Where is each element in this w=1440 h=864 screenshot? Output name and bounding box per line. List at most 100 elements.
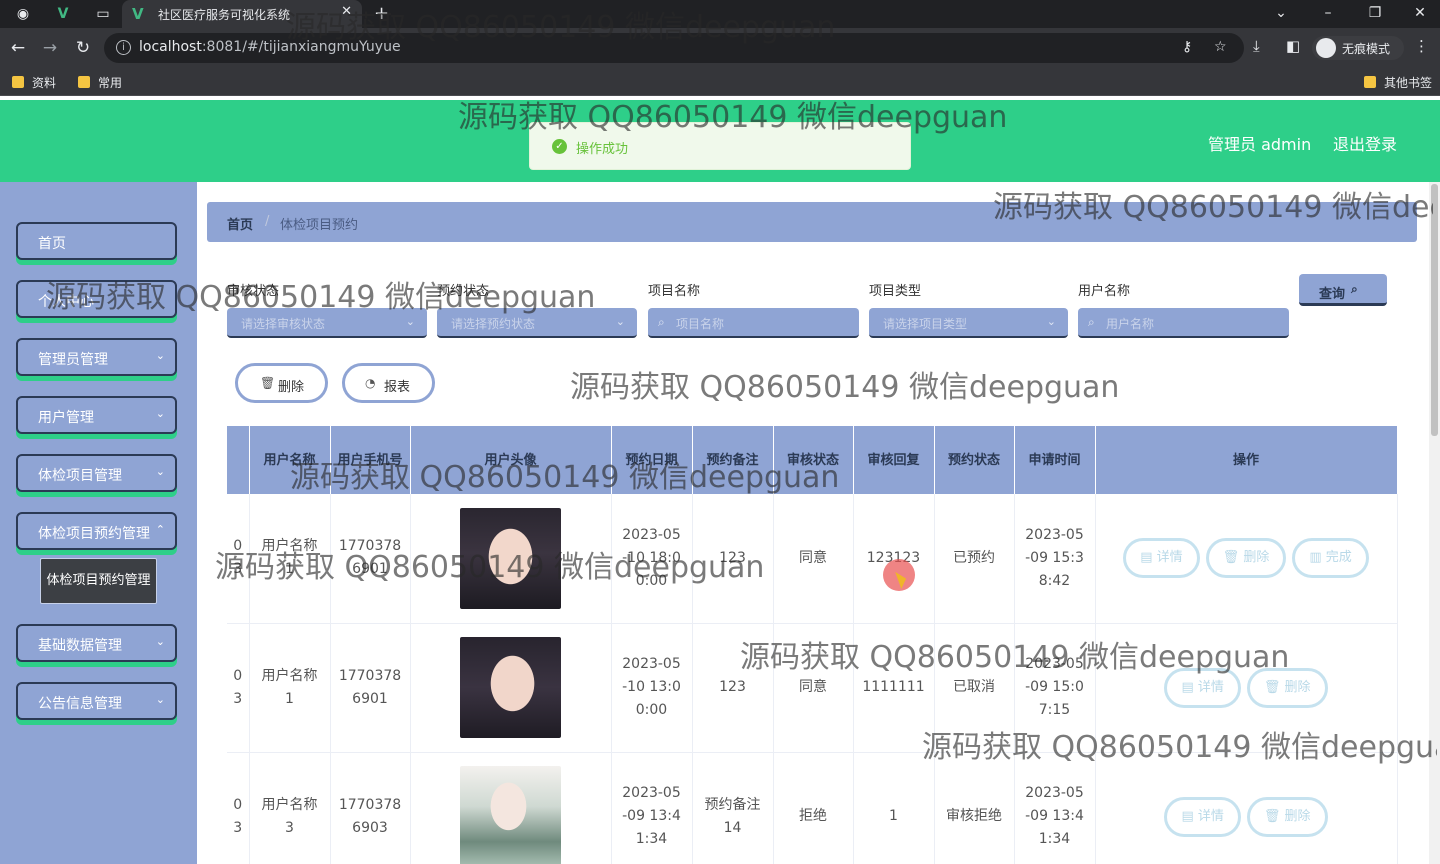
user-avatar[interactable] <box>460 637 561 738</box>
admin-user-label: 管理员 admin <box>1208 135 1312 154</box>
site-info-icon[interactable]: i <box>116 40 131 55</box>
search-icon: ⌕ <box>658 315 665 329</box>
window-close-icon[interactable]: ✕ <box>1405 2 1435 24</box>
delete-button[interactable]: 🗑 删除 <box>1246 796 1328 837</box>
project-type-select[interactable]: 请选择项目类型 ⌄ <box>869 308 1068 338</box>
breadcrumb-current: 体检项目预约 <box>280 218 359 233</box>
table-row[interactable]: 0 3 用户名称 3 1770378 6903 2023-05 -09 13:4… <box>227 752 1398 864</box>
url-text: localhost:8081/#/tijianxiangmuYuyue <box>139 39 401 55</box>
chevron-down-icon: ⌄ <box>155 635 165 648</box>
sidebar-item-project-mgmt[interactable]: 体检项目管理 ⌄ <box>16 454 177 492</box>
cell-avatar <box>410 623 612 753</box>
detail-button[interactable]: ▤ 详情 <box>1123 538 1200 579</box>
booking-table: 用户名称 用户手机号 用户头像 预约日期 预约备注 审核状态 审核回复 预约状态… <box>227 426 1398 864</box>
sidebar-item-label: 体检项目预约管理 <box>38 526 150 542</box>
incognito-label: 无痕模式 <box>1342 42 1391 56</box>
sidebar-item-basic-data[interactable]: 基础数据管理 ⌄ <box>16 624 177 662</box>
vue-tab-icon[interactable]: V <box>52 4 74 24</box>
project-name-input[interactable]: ⌕ 项目名称 <box>648 308 859 338</box>
filter-label-audit: 审核状态 <box>227 284 280 299</box>
cell-audit: 同意 <box>773 623 854 753</box>
sidebar-item-booking-mgmt[interactable]: 体检项目预约管理 ⌃ <box>16 512 177 550</box>
user-name-placeholder: 用户名称 <box>1106 317 1155 331</box>
back-icon[interactable]: ← <box>7 37 29 59</box>
booking-status-select[interactable]: 请选择预约状态 ⌄ <box>437 308 637 338</box>
col-header-user: 用户名称 <box>249 426 331 494</box>
breadcrumb-separator: / <box>265 214 270 229</box>
user-name-input[interactable]: ⌕ 用户名称 <box>1078 308 1289 338</box>
detail-button[interactable]: ▤ 详情 <box>1164 667 1241 708</box>
browser-menu-icon[interactable]: ◉ <box>12 4 34 24</box>
tab-close-icon[interactable]: ✕ <box>341 4 352 19</box>
sidebar-item-notice[interactable]: 公告信息管理 ⌄ <box>16 682 177 720</box>
sidepanel-icon[interactable]: ◧ <box>1286 37 1300 55</box>
sidebar-subitem-booking-mgmt[interactable]: 体检项目预约管理 <box>40 558 157 604</box>
audit-status-select[interactable]: 请选择审核状态 ⌄ <box>227 308 427 338</box>
report-button[interactable]: ◔ 报表 <box>342 363 435 403</box>
cell-audit: 拒绝 <box>773 752 854 864</box>
chevron-up-icon: ⌃ <box>155 523 165 536</box>
folder-icon <box>1364 76 1376 88</box>
more-menu-icon[interactable]: ⋮ <box>1414 37 1429 55</box>
bulk-delete-label: 删除 <box>278 380 305 395</box>
sidebar-item-label: 公告信息管理 <box>38 696 122 712</box>
doc-icon: ▤ <box>1140 550 1157 566</box>
booking-status-placeholder: 请选择预约状态 <box>451 317 536 331</box>
cell-id: 0 3 <box>227 494 250 624</box>
tab-search-icon[interactable]: ⌄ <box>1266 2 1296 24</box>
scrollbar-thumb[interactable] <box>1431 184 1438 436</box>
download-icon[interactable]: ⤓ <box>1253 37 1260 55</box>
chevron-down-icon: ⌄ <box>155 693 165 706</box>
user-avatar[interactable] <box>460 507 561 609</box>
sidebar-item-profile[interactable]: 个人中心 <box>16 280 177 318</box>
cell-status: 已预约 <box>934 494 1015 624</box>
forward-icon[interactable]: → <box>39 37 61 59</box>
bookmark-folder-changyong[interactable]: 常用 <box>78 74 122 90</box>
trash-icon: 🗑 <box>1263 679 1285 695</box>
active-tab[interactable]: V 社区医疗服务可视化系统 ✕ <box>122 0 362 28</box>
col-header-date: 预约日期 <box>611 426 693 494</box>
sidebar-item-user-mgmt[interactable]: 用户管理 ⌄ <box>16 396 177 434</box>
restore-icon[interactable]: ❐ <box>1360 2 1390 24</box>
cell-applied: 2023-05 -09 15:3 8:42 <box>1014 494 1096 624</box>
reload-icon[interactable]: ↻ <box>72 37 94 59</box>
query-button[interactable]: 查询 ⌕ <box>1299 274 1387 306</box>
bulk-delete-button[interactable]: 🗑 删除 <box>235 363 328 403</box>
sidebar-item-admin-mgmt[interactable]: 管理员管理 ⌄ <box>16 338 177 376</box>
chevron-down-icon: ⌄ <box>155 465 165 478</box>
incognito-badge[interactable]: 无痕模式 <box>1312 36 1404 60</box>
sidebar-item-label: 首页 <box>38 236 66 252</box>
delete-button[interactable]: 🗑 删除 <box>1246 667 1328 708</box>
cell-phone: 1770378 6901 <box>330 494 411 624</box>
url-input[interactable]: i localhost:8081/#/tijianxiangmuYuyue ⚷ … <box>104 33 1244 63</box>
key-icon[interactable]: ⚷ <box>1182 39 1192 55</box>
check-circle-icon: ✓ <box>552 139 567 154</box>
bookmark-star-icon[interactable]: ☆ <box>1214 39 1227 55</box>
cell-remark: 123 <box>692 623 774 753</box>
user-avatar[interactable] <box>460 766 561 864</box>
bookmark-folder-other[interactable]: 其他书签 <box>1364 74 1432 90</box>
logout-link[interactable]: 退出登录 <box>1333 131 1397 155</box>
col-header-phone: 用户手机号 <box>330 426 411 494</box>
complete-button[interactable]: ▥ 完成 <box>1292 538 1369 579</box>
breadcrumb-home[interactable]: 首页 <box>227 214 253 233</box>
sidebar-item-home[interactable]: 首页 <box>16 222 177 260</box>
cell-status: 审核拒绝 <box>934 752 1015 864</box>
minimize-icon[interactable]: – <box>1313 2 1343 24</box>
new-tab-icon[interactable]: + <box>374 3 389 24</box>
tab-window-icon[interactable]: ▭ <box>92 4 114 24</box>
tab-title: 社区医疗服务可视化系统 <box>158 8 291 22</box>
cell-date: 2023-05 -10 18:0 0:00 <box>611 494 693 624</box>
cell-applied: 2023-05 -09 13:4 1:34 <box>1014 752 1096 864</box>
delete-button[interactable]: 🗑 删除 <box>1205 538 1287 579</box>
table-row[interactable]: 0 3 用户名称 1 1770378 6901 2023-05 -10 13:0… <box>227 623 1398 753</box>
search-icon: ⌕ <box>1088 315 1095 329</box>
table-row[interactable]: 0 3 用户名称 1 1770378 6901 2023-05 -10 18:0… <box>227 494 1398 624</box>
browser-tab-bar: ◉ V ▭ V 社区医疗服务可视化系统 ✕ + ⌄ – ❐ ✕ <box>0 0 1440 28</box>
filter-label-user-name: 用户名称 <box>1078 284 1131 299</box>
cell-audit: 同意 <box>773 494 854 624</box>
detail-button[interactable]: ▤ 详情 <box>1164 796 1241 837</box>
cell-date: 2023-05 -10 13:0 0:00 <box>611 623 693 753</box>
bookmark-folder-ziliao[interactable]: 资料 <box>12 74 56 90</box>
trash-icon: 🗑 <box>1263 808 1285 824</box>
